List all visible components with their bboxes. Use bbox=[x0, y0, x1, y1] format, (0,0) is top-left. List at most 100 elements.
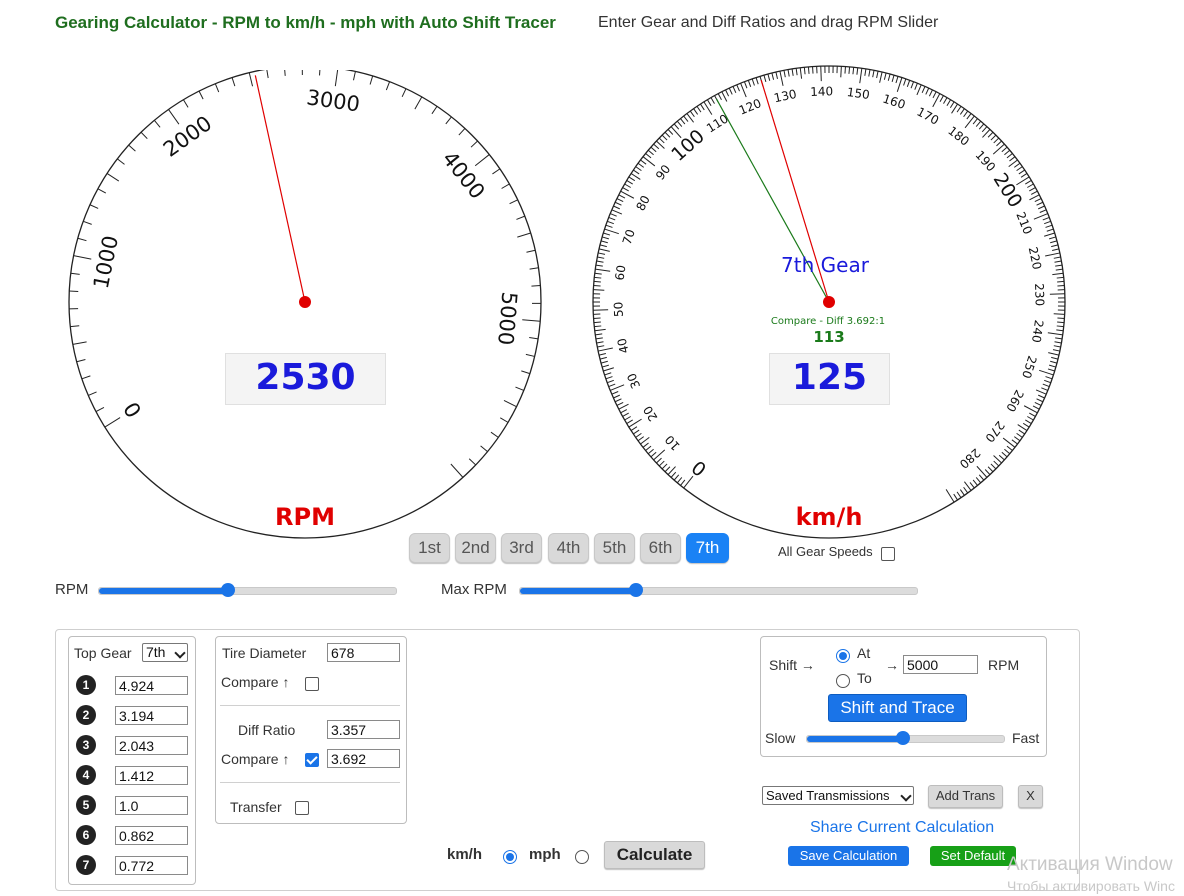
gauge-tick bbox=[932, 91, 937, 99]
gauge-tick-label: 0 bbox=[119, 398, 146, 422]
kmh-radio[interactable] bbox=[503, 850, 517, 864]
gear-button-3rd[interactable]: 3rd bbox=[501, 533, 542, 563]
gauge-tick bbox=[77, 237, 87, 242]
transfer-checkbox[interactable] bbox=[295, 801, 309, 815]
gauge-tick bbox=[673, 123, 680, 130]
shift-rpm-input[interactable]: 5000 bbox=[903, 655, 978, 674]
gauge-tick bbox=[1051, 356, 1059, 360]
gauge-tick bbox=[1048, 236, 1056, 240]
gauge-tick-label: 130 bbox=[773, 87, 798, 105]
gauge-tick-label: 2000 bbox=[159, 111, 216, 161]
rpm-slider[interactable] bbox=[98, 583, 397, 597]
max-rpm-slider-thumb[interactable] bbox=[629, 583, 643, 597]
gear-ratio-input[interactable]: 0.862 bbox=[115, 826, 188, 845]
gauge-tick bbox=[637, 436, 645, 442]
gauge-tick bbox=[1039, 209, 1047, 213]
gauge-tick bbox=[630, 173, 641, 180]
shift-rpm-unit: RPM bbox=[988, 657, 1020, 673]
gear-button-7th[interactable]: 7th bbox=[686, 533, 729, 563]
gear-button-1st[interactable]: 1st bbox=[409, 533, 450, 563]
saved-transmissions-value: Saved Transmissions bbox=[766, 788, 890, 803]
gauge-tick bbox=[525, 353, 535, 357]
gauge-tick bbox=[1004, 448, 1011, 455]
gauge-tick bbox=[879, 71, 883, 83]
rpm-slider-thumb[interactable] bbox=[221, 583, 235, 597]
save-calculation-button[interactable]: Save Calculation bbox=[788, 846, 909, 866]
gauge-tick-label: 1000 bbox=[89, 234, 123, 291]
gauge-tick bbox=[1035, 389, 1047, 395]
gear-ratio-input[interactable]: 4.924 bbox=[115, 676, 188, 695]
gauge-tick bbox=[1047, 368, 1055, 372]
diff-ratio-label: Diff Ratio bbox=[238, 722, 296, 738]
gauge-tick bbox=[972, 479, 978, 486]
tire-compare-checkbox[interactable] bbox=[305, 677, 319, 691]
close-button[interactable]: X bbox=[1018, 785, 1043, 808]
diff-compare-input[interactable]: 3.692 bbox=[327, 749, 400, 768]
top-gear-select[interactable]: 7th bbox=[142, 643, 188, 662]
gauge-tick bbox=[616, 198, 624, 203]
gear-ratio-input[interactable]: 0.772 bbox=[115, 856, 188, 875]
speed-unit-label: km/h bbox=[796, 503, 863, 531]
gear-ratio-input[interactable]: 1.412 bbox=[115, 766, 188, 785]
shift-and-trace-button[interactable]: Shift and Trace bbox=[828, 694, 967, 722]
gauge-tick bbox=[1053, 345, 1061, 348]
gauge-tick bbox=[775, 71, 778, 79]
gear-ratio-input[interactable]: 3.194 bbox=[115, 706, 188, 725]
gauge-tick bbox=[996, 140, 1002, 147]
gauge-tick bbox=[650, 146, 657, 153]
gauge-tick bbox=[593, 280, 601, 283]
shift-to-radio[interactable] bbox=[836, 674, 850, 688]
gauge-tick bbox=[594, 272, 602, 275]
gauge-tick bbox=[490, 431, 499, 438]
tire-diameter-input[interactable]: 678 bbox=[327, 643, 400, 662]
gauge-tick bbox=[856, 67, 859, 75]
gauge-tick bbox=[607, 379, 614, 384]
gauge-tick-label: 270 bbox=[982, 418, 1007, 445]
gauge-tick bbox=[945, 489, 955, 503]
gauge-tick bbox=[696, 106, 702, 113]
diff-compare-checkbox[interactable] bbox=[305, 753, 319, 767]
diff-ratio-input[interactable]: 3.357 bbox=[327, 720, 400, 739]
gauge-tick bbox=[1029, 187, 1036, 192]
max-rpm-slider[interactable] bbox=[519, 583, 918, 597]
gauge-tick bbox=[600, 240, 608, 244]
gauge-tick bbox=[603, 232, 611, 236]
add-trans-button[interactable]: Add Trans bbox=[928, 785, 1003, 808]
saved-transmissions-select[interactable]: Saved Transmissions bbox=[762, 786, 914, 805]
gear-button-6th[interactable]: 6th bbox=[640, 533, 681, 563]
gauge-tick bbox=[1054, 341, 1062, 344]
gear-ratio-input[interactable]: 1.0 bbox=[115, 796, 188, 815]
gauge-tick bbox=[653, 143, 660, 150]
gauge-tick bbox=[635, 166, 642, 172]
gauge-tick bbox=[978, 474, 985, 481]
gauge-tick bbox=[921, 86, 926, 94]
gauge-tick bbox=[624, 416, 631, 421]
activation-watermark-line2: Чтобы активировать Winc bbox=[1007, 878, 1175, 894]
gauge-tick bbox=[783, 70, 786, 78]
gauge-tick bbox=[1053, 256, 1061, 259]
gauge-tick bbox=[906, 80, 911, 87]
gauge-tick bbox=[73, 255, 92, 260]
gauge-tick bbox=[620, 409, 628, 414]
gear-ratio-input[interactable]: 2.043 bbox=[115, 736, 188, 755]
gear-button-2nd[interactable]: 2nd bbox=[455, 533, 496, 563]
gauge-tick-label: 210 bbox=[1013, 210, 1035, 236]
activation-watermark-line1: Активация Window bbox=[1007, 854, 1173, 875]
calculate-button[interactable]: Calculate bbox=[604, 841, 705, 869]
gauge-tick bbox=[614, 201, 622, 206]
trace-speed-slider[interactable] bbox=[806, 731, 1005, 745]
gauge-tick bbox=[1016, 166, 1023, 172]
set-default-button[interactable]: Set Default bbox=[930, 846, 1016, 866]
gauge-tick bbox=[689, 110, 695, 118]
mph-radio[interactable] bbox=[575, 850, 589, 864]
gauge-tick bbox=[736, 84, 740, 92]
gear-button-5th[interactable]: 5th bbox=[594, 533, 635, 563]
gear-button-4th[interactable]: 4th bbox=[548, 533, 589, 563]
gauge-tick bbox=[1049, 293, 1065, 295]
gauge-tick bbox=[618, 194, 626, 199]
all-gear-speeds-checkbox[interactable] bbox=[881, 547, 895, 561]
share-calculation-link[interactable]: Share Current Calculation bbox=[810, 819, 994, 837]
gauge-tick bbox=[787, 69, 790, 77]
shift-at-radio[interactable] bbox=[836, 649, 850, 663]
trace-speed-slider-thumb[interactable] bbox=[896, 731, 910, 745]
